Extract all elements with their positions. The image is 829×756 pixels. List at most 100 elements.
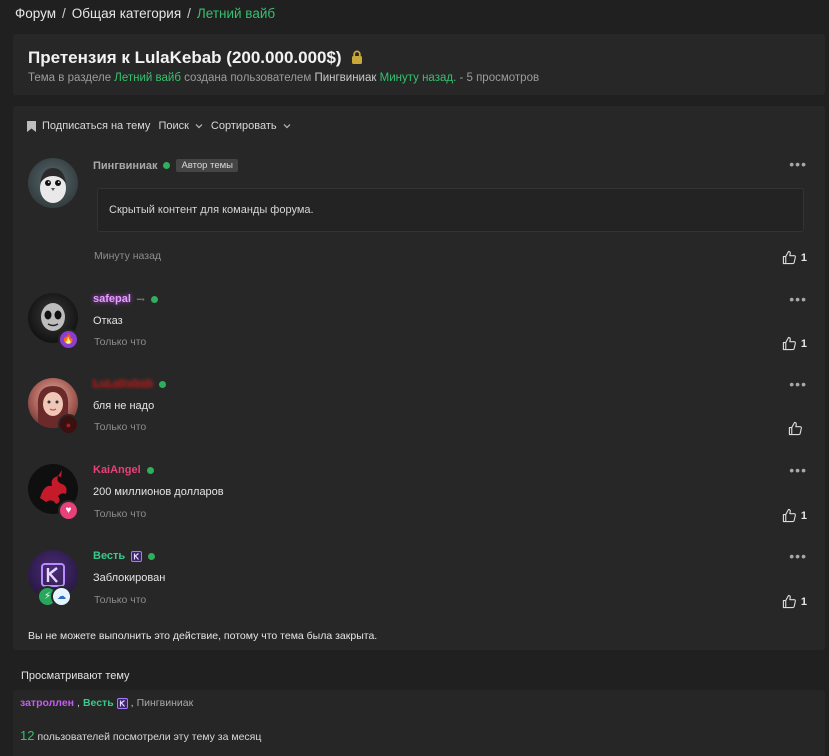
chevron-down-icon — [283, 124, 291, 129]
post-author: LuLaKebab — [93, 378, 166, 390]
like-button[interactable]: 1 — [782, 508, 807, 523]
hidden-content-text: Скрытый контент для команды форума. — [109, 204, 314, 216]
meta-time[interactable]: Минуту назад. — [380, 72, 457, 84]
breadcrumb-forum[interactable]: Форум — [15, 6, 56, 21]
chevron-down-icon — [195, 124, 203, 129]
user-badge-icon: ● — [58, 414, 79, 435]
breadcrumb-category[interactable]: Общая категория — [72, 6, 181, 21]
meta-views: - 5 просмотров — [459, 72, 540, 84]
more-icon[interactable]: ••• — [789, 548, 807, 564]
thumbs-up-icon — [782, 250, 796, 265]
k-badge-icon — [116, 697, 128, 709]
breadcrumb-separator: / — [62, 6, 66, 21]
post-author: Пингвиниак Автор темы — [93, 159, 238, 172]
viewers-list: затроллен , Весть , Пингвиниак — [20, 697, 193, 709]
thread-toolbar: Подписаться на тему Поиск Сортировать — [27, 120, 299, 132]
online-indicator — [158, 380, 166, 388]
monthly-viewers-text: пользователей посмотрели эту тему за мес… — [37, 731, 262, 743]
post-text: бля не надо — [93, 400, 155, 412]
meta-prefix: Тема в разделе — [28, 72, 112, 84]
username[interactable]: Пингвиниак — [93, 160, 157, 172]
viewer-separator: , — [77, 697, 80, 709]
post-time[interactable]: Только что — [94, 421, 146, 433]
monthly-viewers: 12 пользователей посмотрели эту тему за м… — [20, 728, 261, 743]
online-indicator — [148, 552, 156, 560]
post-author: Весть — [93, 550, 156, 562]
post-time[interactable]: Только что — [94, 508, 146, 520]
like-count: 1 — [800, 337, 807, 350]
thread-meta: Тема в разделе Летний вайб создана польз… — [28, 72, 539, 84]
thumbs-up-icon — [782, 594, 796, 609]
post-author: safepal ━▪ — [93, 293, 158, 305]
meta-author-link[interactable]: Пингвиниак — [314, 72, 376, 84]
viewer-separator: , — [130, 697, 134, 709]
penguin-icon — [40, 168, 66, 203]
post: ● LuLaKebab ••• бля не надо Только что — [13, 376, 825, 456]
viewer-user[interactable]: Пингвиниак — [137, 697, 194, 709]
username[interactable]: LuLaKebab — [93, 378, 153, 390]
post-time[interactable]: Минуту назад — [94, 250, 161, 262]
thread-closed-notice: Вы не можете выполнить это действие, пот… — [28, 630, 378, 642]
subscribe-button[interactable]: Подписаться на тему — [27, 120, 150, 132]
meta-mid: создана пользователем — [184, 72, 312, 84]
subscribe-label: Подписаться на тему — [42, 120, 151, 132]
fire-icon: 🔥 — [58, 329, 79, 350]
viewers-panel: затроллен , Весть , Пингвиниак 12 пользов… — [13, 690, 825, 756]
author-badge: Автор темы — [176, 159, 238, 172]
like-button[interactable]: 1 — [782, 250, 807, 265]
thread-title: Претензия к LulaKebab (200.000.000$) — [28, 48, 342, 67]
like-button[interactable] — [788, 421, 807, 436]
sort-dropdown[interactable]: Сортировать — [211, 120, 291, 132]
thread-body: Подписаться на тему Поиск Сортировать Пи… — [13, 106, 825, 650]
username[interactable]: safepal — [93, 293, 131, 305]
search-label: Поиск — [158, 120, 189, 132]
post-author: KaiAngel — [93, 464, 154, 476]
avatar[interactable] — [28, 158, 78, 208]
breadcrumb: Форум / Общая категория / Летний вайб — [15, 6, 275, 21]
thumbs-up-icon — [788, 421, 802, 436]
post-text: 200 миллионов долларов — [93, 486, 224, 498]
post-text: Отказ — [93, 315, 123, 327]
more-icon[interactable]: ••• — [789, 376, 807, 392]
thumbs-up-icon — [782, 336, 796, 351]
search-dropdown[interactable]: Поиск — [158, 120, 203, 132]
username[interactable]: KaiAngel — [93, 464, 141, 476]
post-text: Заблокирован — [93, 572, 166, 584]
more-icon[interactable]: ••• — [789, 291, 807, 307]
breadcrumb-separator: / — [187, 6, 191, 21]
post: ⚡ ☁ Весть ••• Заблокирован Только что 1 — [13, 548, 825, 628]
meta-section-link[interactable]: Летний вайб — [114, 72, 181, 84]
post-first: Пингвиниак Автор темы ••• Скрытый контен… — [13, 156, 825, 286]
online-indicator — [150, 295, 158, 303]
k-badge-icon — [131, 550, 143, 562]
username[interactable]: Весть — [93, 550, 125, 562]
thumbs-up-icon — [782, 508, 796, 523]
like-count: 1 — [800, 595, 807, 608]
more-icon[interactable]: ••• — [789, 156, 807, 172]
post: 🔥 safepal ━▪ ••• Отказ Только что 1 — [13, 291, 825, 371]
online-indicator — [163, 162, 171, 169]
hidden-content-box: Скрытый контент для команды форума. — [97, 188, 804, 232]
heart-icon: ♥ — [58, 500, 79, 521]
breadcrumb-section[interactable]: Летний вайб — [197, 6, 275, 21]
monthly-viewers-count: 12 — [20, 728, 35, 743]
like-button[interactable]: 1 — [782, 336, 807, 351]
bookmark-icon — [27, 120, 36, 132]
lock-icon — [351, 50, 362, 64]
viewer-user[interactable]: Весть — [83, 697, 114, 709]
like-button[interactable]: 1 — [782, 594, 807, 609]
more-icon[interactable]: ••• — [789, 462, 807, 478]
like-count: 1 — [800, 509, 807, 522]
viewers-title: Просматривают тему — [21, 670, 130, 682]
cloud-badge-icon: ☁ — [51, 586, 72, 607]
sort-label: Сортировать — [210, 120, 277, 132]
thread-title-row: Претензия к LulaKebab (200.000.000$) — [28, 48, 364, 68]
post-time[interactable]: Только что — [94, 594, 146, 606]
thread-header: Претензия к LulaKebab (200.000.000$) Тем… — [13, 34, 825, 95]
post: ♥ KaiAngel ••• 200 миллионов долларов То… — [13, 462, 825, 542]
post-time[interactable]: Только что — [94, 336, 146, 348]
like-count: 1 — [800, 251, 807, 264]
viewer-user[interactable]: затроллен — [20, 697, 74, 709]
user-tag-icon: ━▪ — [136, 294, 145, 304]
online-indicator — [146, 466, 154, 474]
